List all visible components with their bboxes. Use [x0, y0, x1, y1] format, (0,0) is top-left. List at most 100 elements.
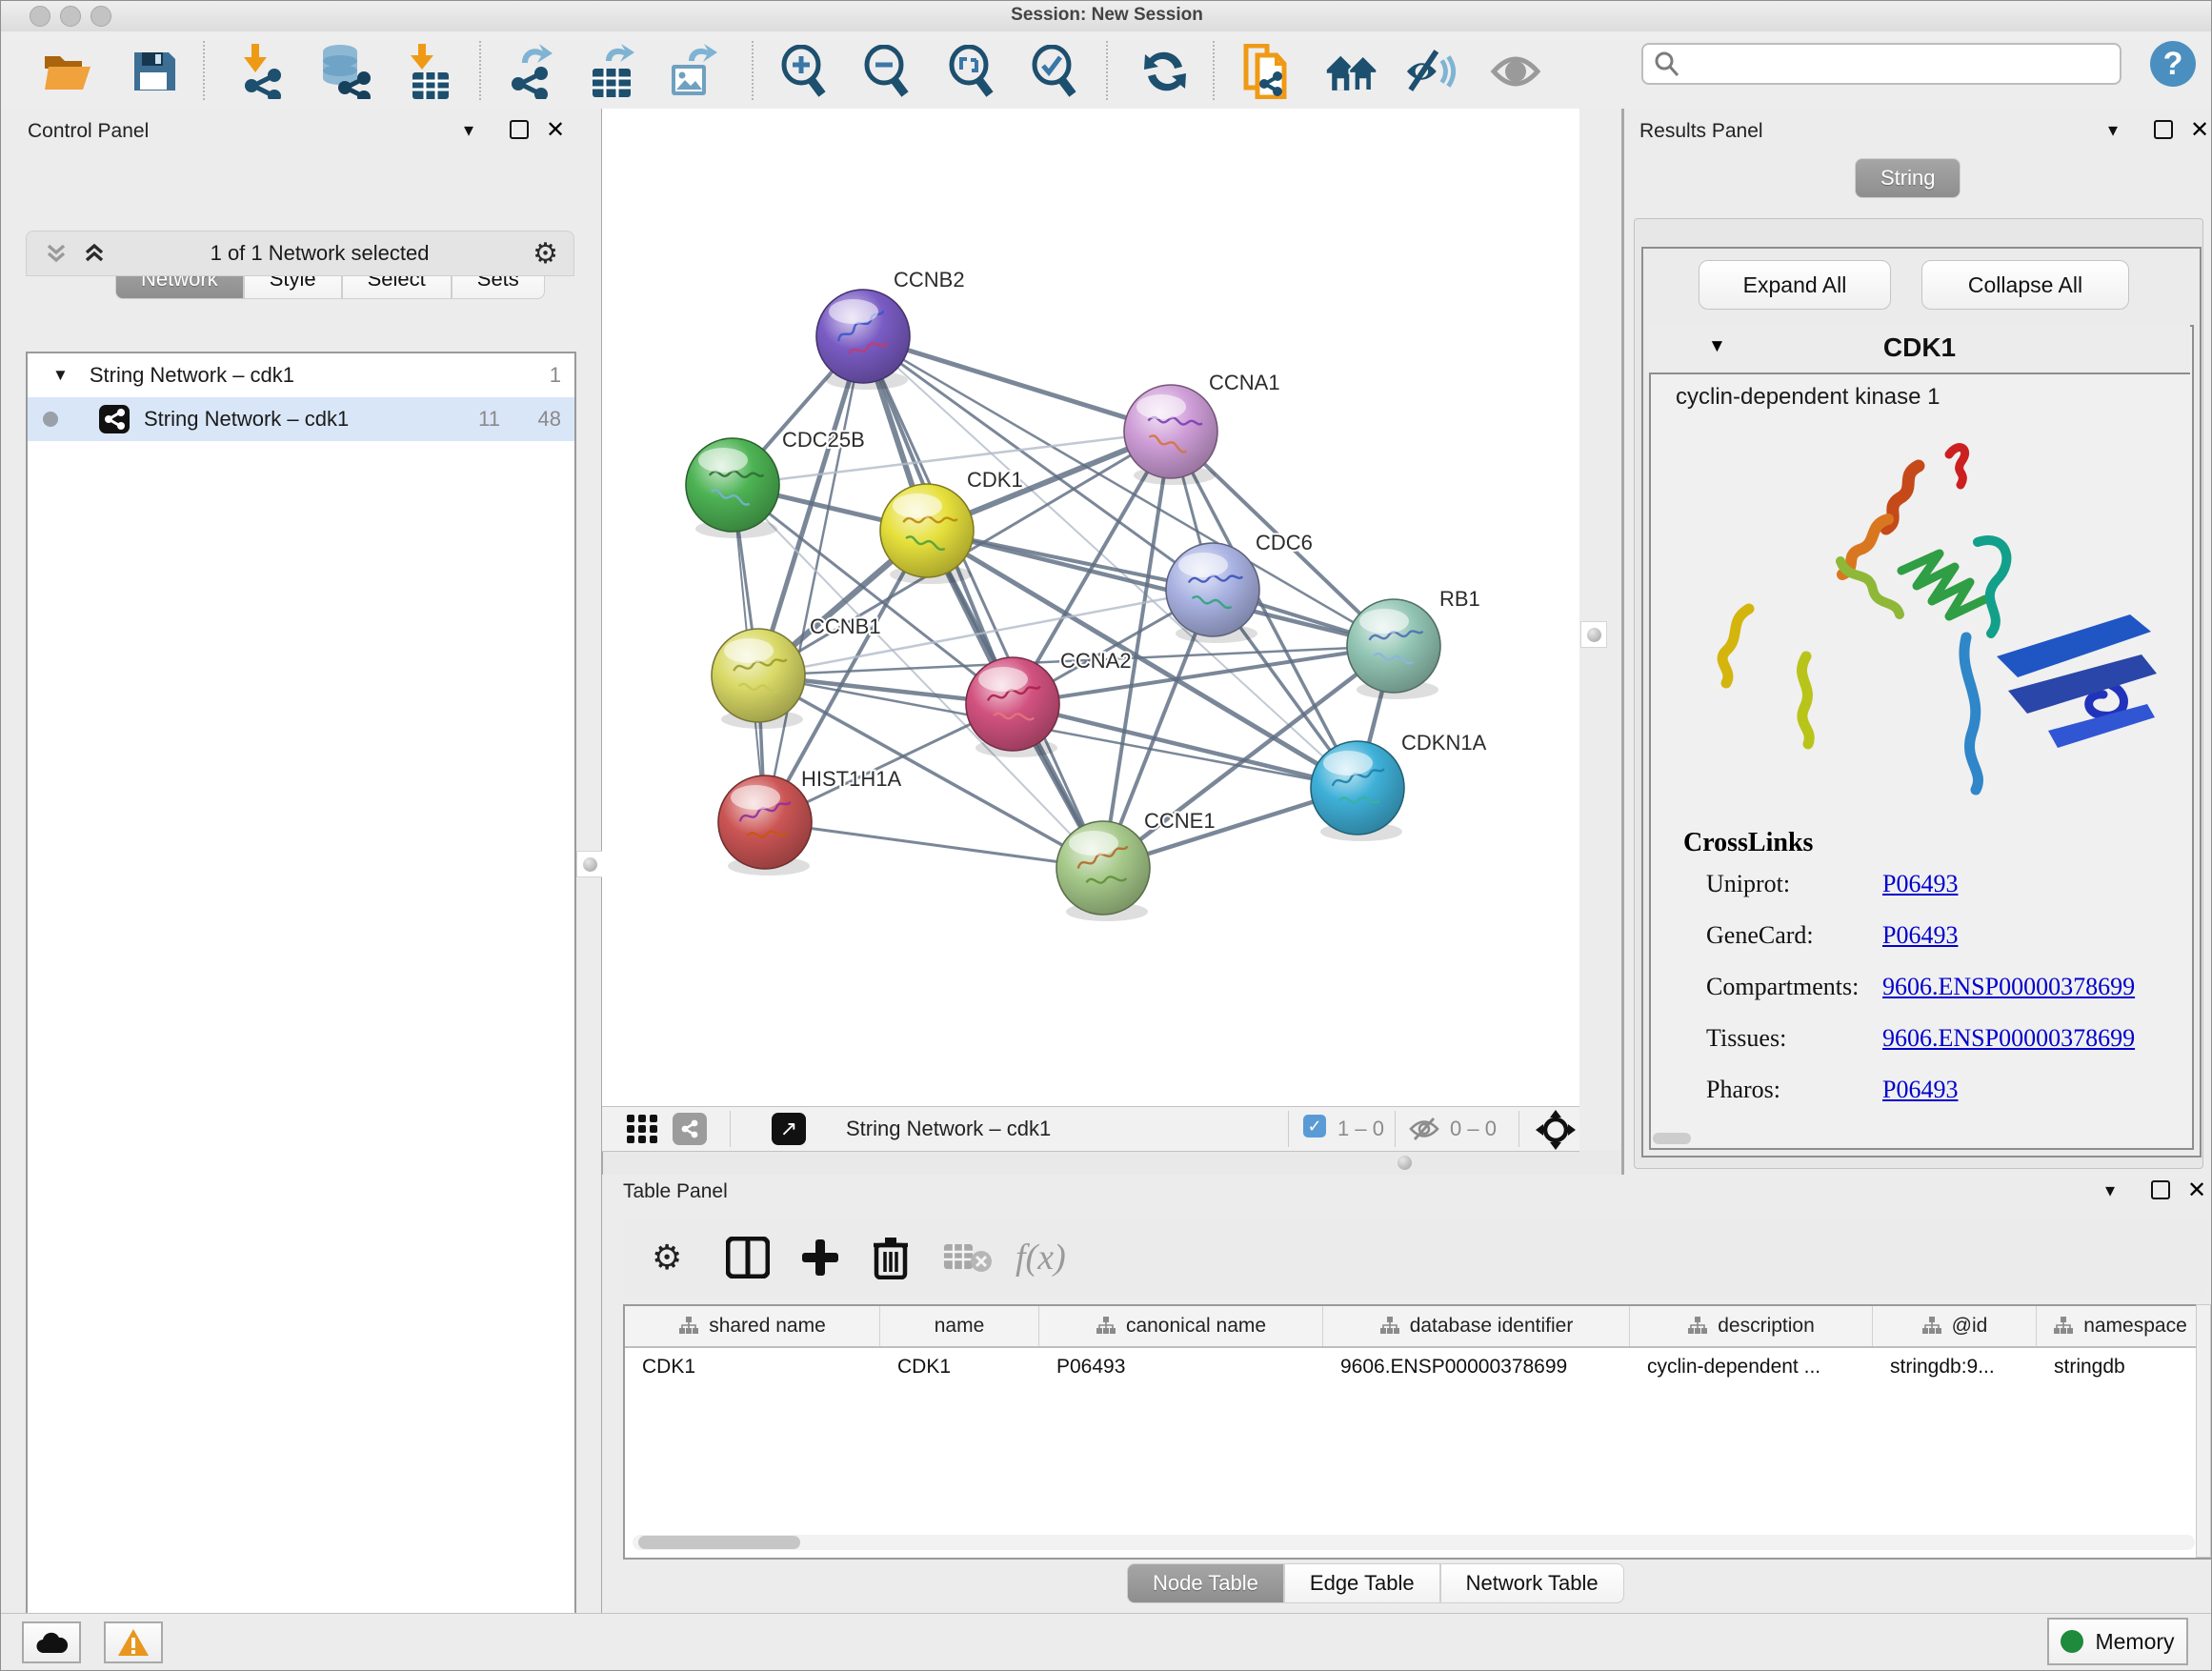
network-label: String Network – cdk1: [144, 407, 349, 432]
add-column-icon[interactable]: [800, 1236, 840, 1279]
help-icon[interactable]: ?: [2150, 41, 2196, 87]
detach-view-icon[interactable]: ↗: [772, 1113, 806, 1145]
tab-edge-table[interactable]: Edge Table: [1284, 1563, 1440, 1603]
cell-database-identifier[interactable]: 9606.ENSP00000378699: [1323, 1348, 1630, 1386]
network-node-ccna1[interactable]: CCNA1: [1124, 371, 1280, 485]
network-node-ccnb2[interactable]: CCNB2: [816, 268, 965, 390]
results-panel-title: Results Panel: [1639, 120, 1763, 143]
column-header--id[interactable]: @id: [1873, 1306, 2037, 1346]
import-network-database-icon[interactable]: [317, 45, 371, 98]
table-hscrollbar-thumb[interactable]: [638, 1536, 800, 1549]
table-row[interactable]: CDK1CDK1P064939606.ENSP00000378699cyclin…: [625, 1348, 2209, 1386]
network-canvas[interactable]: CCNB2CCNA1CDC25BCDK1CDC6RB1CCNB1CCNA2CDK…: [602, 109, 1579, 1106]
cell-description[interactable]: cyclin-dependent ...: [1630, 1348, 1873, 1386]
hierarchy-icon: [1687, 1317, 1708, 1336]
network-selected-label: 1 of 1 Network selected: [107, 241, 533, 266]
home-icon[interactable]: [1325, 45, 1378, 98]
results-panel-close-icon[interactable]: ✕: [2190, 116, 2209, 144]
crosslink-link[interactable]: 9606.ENSP00000378699: [1882, 973, 2135, 1001]
export-network-icon[interactable]: [504, 45, 557, 98]
crosslink-link[interactable]: P06493: [1882, 870, 1958, 898]
results-panel-float-icon[interactable]: [2154, 120, 2173, 144]
network-options-gear-icon[interactable]: ⚙: [533, 237, 558, 271]
export-image-icon[interactable]: [668, 45, 721, 98]
network-collection-row[interactable]: ▼ String Network – cdk1 1: [28, 353, 574, 397]
search-field[interactable]: [1689, 52, 2102, 76]
export-table-icon[interactable]: [588, 45, 641, 98]
cell--id[interactable]: stringdb:9...: [1873, 1348, 2037, 1386]
network-tree: ▼ String Network – cdk1 1 String Network…: [26, 352, 576, 1671]
network-node-cdc25b[interactable]: CDC25B: [686, 428, 865, 538]
collapse-all-chevron-icon[interactable]: [44, 242, 69, 265]
crosslink-link[interactable]: P06493: [1882, 921, 1958, 950]
zoom-fit-icon[interactable]: [946, 45, 999, 98]
tab-string[interactable]: String: [1855, 158, 1961, 198]
cell-shared-name[interactable]: CDK1: [625, 1348, 880, 1386]
column-header-description[interactable]: description: [1630, 1306, 1873, 1346]
column-header-namespace[interactable]: namespace: [2037, 1306, 2204, 1346]
network-share-icon[interactable]: [673, 1113, 707, 1145]
crosslink-link[interactable]: 9606.ENSP00000378699: [1882, 1024, 2135, 1053]
selected-checkbox-icon[interactable]: ✓: [1303, 1115, 1326, 1137]
cell-canonical-name[interactable]: P06493: [1039, 1348, 1323, 1386]
column-header-database-identifier[interactable]: database identifier: [1323, 1306, 1630, 1346]
column-header-name[interactable]: name: [880, 1306, 1039, 1346]
right-splitter-handle[interactable]: [1580, 621, 1607, 648]
search-input[interactable]: [1641, 43, 2122, 85]
window-title: Session: New Session: [1, 5, 2212, 26]
crosslink-row-compartments-: Compartments:9606.ENSP00000378699: [1706, 973, 2192, 1024]
network-node-cdkn1a[interactable]: CDKN1A: [1311, 731, 1487, 841]
delete-column-icon[interactable]: [873, 1236, 909, 1279]
zoom-out-icon[interactable]: [861, 45, 915, 98]
table-panel-float-icon[interactable]: [2151, 1180, 2170, 1204]
cloud-button[interactable]: [22, 1621, 81, 1663]
expand-all-button[interactable]: Expand All: [1699, 260, 1891, 310]
open-file-icon[interactable]: [41, 45, 94, 98]
results-scrollbar-thumb[interactable]: [1653, 1133, 1691, 1144]
first-neighbors-icon[interactable]: [1239, 45, 1293, 98]
collection-expander-icon[interactable]: ▼: [52, 366, 69, 385]
import-table-icon[interactable]: [403, 45, 456, 98]
table-panel-menu-icon[interactable]: ▾: [2105, 1178, 2115, 1202]
cell-namespace[interactable]: stringdb: [2037, 1348, 2204, 1386]
crosslink-link[interactable]: P06493: [1882, 1076, 1958, 1104]
cell-name[interactable]: CDK1: [880, 1348, 1039, 1386]
table-hscrollbar[interactable]: [633, 1535, 2195, 1550]
network-node-rb1[interactable]: RB1: [1347, 587, 1480, 699]
table-options-gear-icon[interactable]: ⚙: [652, 1236, 682, 1279]
results-panel-menu-icon[interactable]: ▾: [2108, 118, 2118, 142]
network-node-cdk1[interactable]: CDK1: [880, 468, 1023, 584]
hide-selected-icon[interactable]: [1405, 45, 1458, 98]
string-network-graph[interactable]: CCNB2CCNA1CDC25BCDK1CDC6RB1CCNB1CCNA2CDK…: [602, 109, 1579, 1106]
left-splitter-handle[interactable]: [576, 851, 603, 877]
expand-all-chevron-icon[interactable]: [82, 242, 107, 265]
zoom-selected-icon[interactable]: [1029, 45, 1082, 98]
table-panel-title: Table Panel: [623, 1180, 728, 1203]
table-panel-close-icon[interactable]: ✕: [2187, 1177, 2206, 1204]
control-panel-menu-icon[interactable]: ▾: [464, 118, 473, 142]
column-header-shared-name[interactable]: shared name: [625, 1306, 880, 1346]
warnings-button[interactable]: [104, 1621, 163, 1663]
tab-network-table[interactable]: Network Table: [1440, 1563, 1624, 1603]
memory-button[interactable]: Memory: [2047, 1618, 2188, 1665]
node-table[interactable]: shared namenamecanonical namedatabase id…: [623, 1304, 2211, 1560]
control-panel-close-icon[interactable]: ✕: [546, 116, 565, 144]
network-row[interactable]: String Network – cdk1 11 48: [28, 397, 574, 441]
zoom-in-icon[interactable]: [778, 45, 832, 98]
show-all-icon[interactable]: [1489, 45, 1542, 98]
show-columns-icon[interactable]: [726, 1236, 770, 1279]
control-panel-float-icon[interactable]: [510, 120, 529, 144]
save-session-icon[interactable]: [127, 45, 180, 98]
birds-eye-grid-icon[interactable]: [627, 1115, 659, 1143]
node-result-header[interactable]: ▼ CDK1: [1649, 325, 2190, 374]
import-network-file-icon[interactable]: [237, 45, 291, 98]
fit-content-crosshair-icon[interactable]: [1536, 1110, 1576, 1150]
cloud-icon: [34, 1630, 69, 1655]
refresh-icon[interactable]: [1138, 45, 1192, 98]
column-header-canonical-name[interactable]: canonical name: [1039, 1306, 1323, 1346]
table-vscrollbar[interactable]: [2196, 1304, 2211, 1558]
bottom-splitter-handle[interactable]: [1392, 1150, 1417, 1175]
tab-node-table[interactable]: Node Table: [1127, 1563, 1284, 1603]
network-node-hist1h1a[interactable]: HIST1H1A: [718, 767, 901, 876]
collapse-all-button[interactable]: Collapse All: [1921, 260, 2129, 310]
